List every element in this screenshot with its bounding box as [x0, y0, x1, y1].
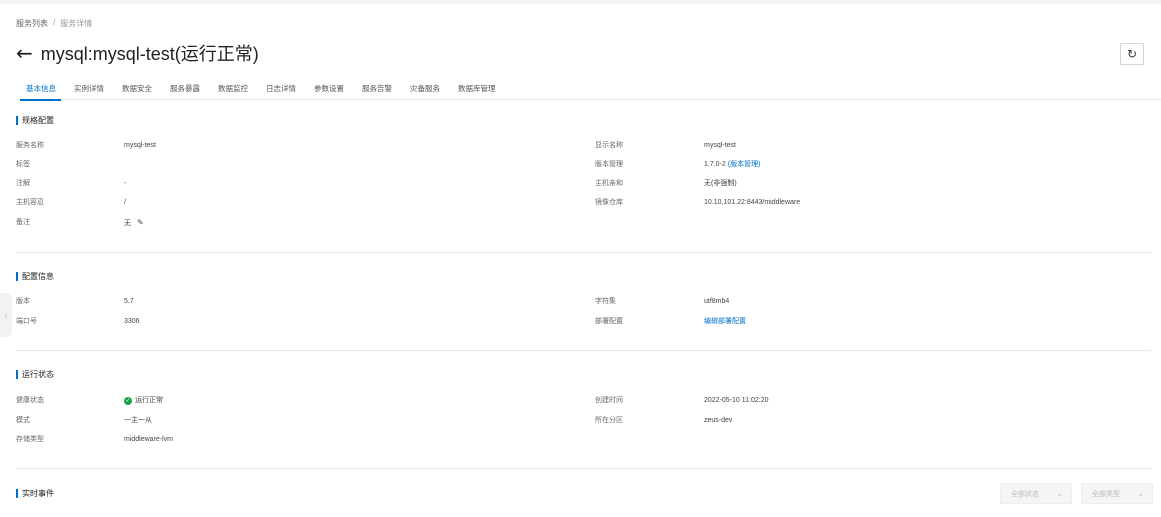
deploy-config-label: 部署配置: [595, 318, 623, 325]
tolerance-value: /: [124, 199, 126, 206]
tab-service-exposure[interactable]: 服务暴露: [161, 82, 209, 100]
charset-label: 字符集: [595, 298, 616, 305]
runtime-section-header: 运行状态: [16, 370, 1151, 379]
image-registry-label: 镜像仓库: [595, 199, 623, 206]
refresh-button[interactable]: ↻: [1120, 43, 1144, 65]
port-value: 3306: [124, 318, 140, 325]
edit-deploy-config-link[interactable]: 编辑部署配置: [704, 317, 746, 326]
tab-instance-details[interactable]: 实例详情: [65, 82, 113, 100]
health-status-value: 运行正常: [135, 397, 163, 404]
page-header: ← mysql:mysql-test(运行正常): [16, 40, 259, 66]
health-status-label: 健康状态: [16, 397, 44, 404]
remark-label: 备注: [16, 219, 30, 226]
events-section-header: 实时事件: [16, 489, 1151, 498]
section-divider: [16, 252, 1151, 253]
tab-data-monitoring[interactable]: 数据监控: [209, 82, 257, 100]
tab-parameter-settings[interactable]: 参数设置: [305, 82, 353, 100]
status-filter-select[interactable]: 全部状态 ⌄: [1000, 483, 1072, 504]
host-affinity-value: 无(非强制): [704, 180, 737, 187]
tags-label: 标签: [16, 161, 30, 168]
chevron-left-icon: ‹: [4, 309, 8, 321]
version-management-link[interactable]: (版本管理): [728, 161, 761, 168]
section-title-events: 实时事件: [16, 489, 1151, 498]
image-registry-value: 10.10.101.22:8443/middleware: [704, 199, 801, 206]
edit-pencil-icon[interactable]: ✎: [137, 218, 144, 227]
charset-value: utf8mb4: [704, 298, 730, 305]
check-circle-icon: ✓: [124, 396, 132, 405]
service-name-value: mysql-test: [124, 142, 156, 149]
version-management-label: 版本管理: [595, 161, 623, 168]
remark-field: 无 ✎: [124, 218, 144, 228]
back-arrow-icon[interactable]: ←: [16, 43, 33, 63]
mode-label: 模式: [16, 417, 30, 424]
service-name-label: 服务名称: [16, 142, 44, 149]
partition-label: 所在分区: [595, 417, 623, 424]
created-time-value: 2022-05-10 11:02:20: [704, 397, 769, 404]
breadcrumb-current: 服务详情: [60, 19, 93, 28]
partition-value: zeus-dev: [704, 417, 733, 424]
tolerance-label: 主机容忍: [16, 199, 44, 206]
section-divider: [16, 468, 1151, 469]
section-title-config: 配置信息: [16, 272, 1151, 281]
tab-bar: 基本信息 实例详情 数据安全 服务暴露 数据监控 日志详情 参数设置 服务告警 …: [16, 82, 1161, 101]
display-name-value: mysql-test: [704, 142, 736, 149]
top-strip: [0, 0, 1161, 4]
storage-type-value: middleware-lvm: [124, 436, 174, 443]
annotation-label: 注解: [16, 180, 30, 187]
section-divider: [16, 350, 1151, 351]
port-label: 端口号: [16, 318, 37, 325]
annotation-value: -: [124, 180, 127, 187]
type-filter-value: 全部类型: [1092, 490, 1120, 498]
version-management-value: 1.7.0-2: [704, 161, 726, 168]
version-value: 5.7: [124, 298, 134, 305]
display-name-label: 显示名称: [595, 142, 623, 149]
section-title-spec: 规格配置: [16, 116, 1151, 125]
refresh-icon: ↻: [1126, 47, 1138, 61]
version-management-field: 1.7.0-2 (版本管理): [704, 160, 760, 169]
host-affinity-label: 主机亲和: [595, 180, 623, 187]
remark-value: 无: [124, 220, 131, 227]
tab-database-management[interactable]: 数据库管理: [449, 82, 505, 100]
breadcrumb-service-list[interactable]: 服务列表: [16, 18, 48, 29]
breadcrumb-separator: /: [53, 18, 56, 27]
health-status: ✓ 运行正常: [124, 396, 163, 405]
version-label: 版本: [16, 298, 30, 305]
breadcrumb: 服务列表 / 服务详情: [16, 18, 92, 29]
status-filter-value: 全部状态: [1011, 490, 1039, 498]
tab-service-alerts[interactable]: 服务告警: [353, 82, 401, 100]
created-time-label: 创建时间: [595, 397, 623, 404]
chevron-down-icon: ⌄: [1056, 489, 1063, 498]
tab-basic-info[interactable]: 基本信息: [16, 82, 65, 101]
spec-section-header: 规格配置: [16, 116, 1151, 125]
mode-value: 一主一从: [124, 417, 152, 424]
tab-data-security[interactable]: 数据安全: [113, 82, 161, 100]
config-section-header: 配置信息: [16, 272, 1151, 281]
tab-log-details[interactable]: 日志详情: [257, 82, 305, 100]
chevron-down-icon: ⌄: [1137, 489, 1144, 498]
storage-type-label: 存储类型: [16, 436, 44, 443]
page-title: mysql:mysql-test(运行正常): [40, 44, 259, 64]
tab-disaster-recovery[interactable]: 灾备服务: [401, 82, 449, 100]
section-title-runtime: 运行状态: [16, 370, 1151, 379]
type-filter-select[interactable]: 全部类型 ⌄: [1081, 483, 1153, 504]
sidebar-collapse-handle[interactable]: ‹: [0, 293, 12, 337]
